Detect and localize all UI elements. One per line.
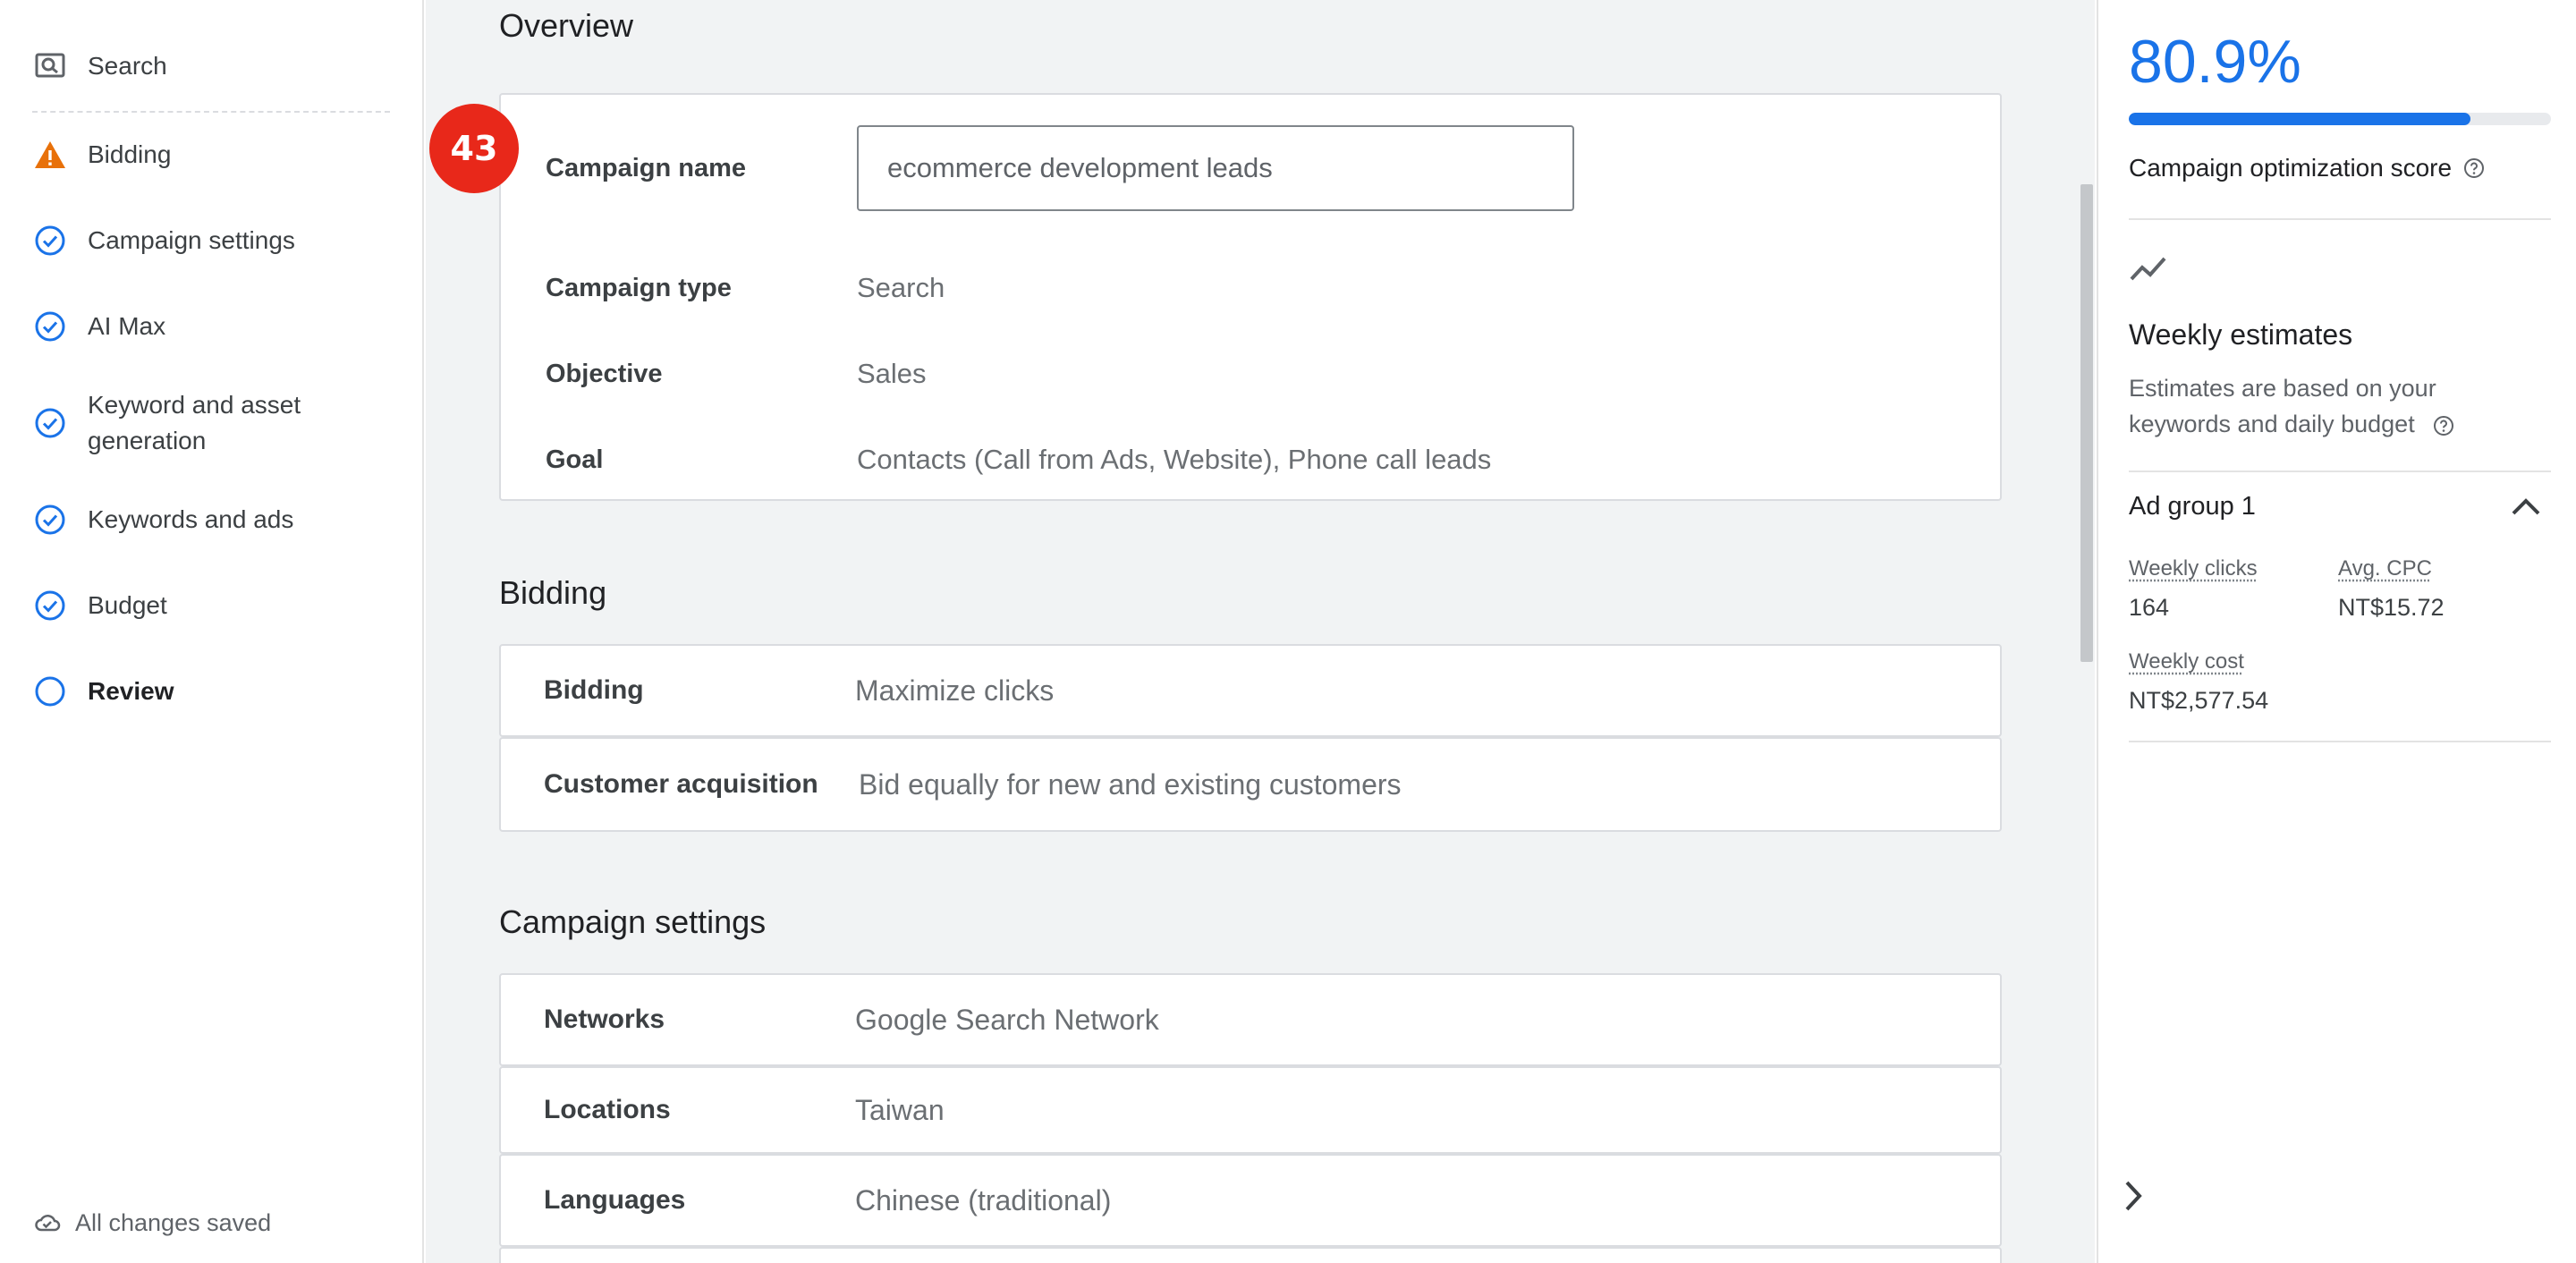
networks-value: Google Search Network <box>855 1003 1159 1036</box>
locations-row: Locations Taiwan <box>501 1068 2000 1152</box>
ad-group-title: Ad group 1 <box>2129 492 2256 521</box>
nav-item-keyword-asset-generation[interactable]: Keyword and asset generation <box>32 387 394 459</box>
nav-item-label: Budget <box>88 591 167 619</box>
optimization-score-bar <box>2129 113 2551 125</box>
goal-label: Goal <box>546 445 604 474</box>
nav-item-bidding[interactable]: Bidding <box>32 137 394 173</box>
weekly-estimates-subtitle: Estimates are based on your keywords and… <box>2129 375 2436 437</box>
check-circle-icon <box>32 223 68 259</box>
locations-card[interactable]: Locations Taiwan <box>499 1066 2002 1154</box>
nav-divider <box>32 111 390 113</box>
languages-value: Chinese (traditional) <box>855 1183 1112 1216</box>
review-content[interactable]: Overview Campaign name Campaign type Sea… <box>426 0 2095 1263</box>
weekly-clicks-label: Weekly clicks <box>2129 556 2258 581</box>
goal-value: Contacts (Call from Ads, Website), Phone… <box>857 444 1492 475</box>
bidding-card[interactable]: Bidding Maximize clicks <box>499 644 2002 737</box>
step-number-badge: 43 <box>429 104 519 193</box>
weekly-cost-value: NT$2,577.54 <box>2129 687 2269 714</box>
check-circle-icon <box>32 588 68 623</box>
avg-cpc-value: NT$15.72 <box>2338 594 2445 621</box>
search-icon <box>32 48 68 84</box>
nav-item-label: Keywords and ads <box>88 505 294 533</box>
warning-icon <box>32 137 68 173</box>
bidding-heading: Bidding <box>499 574 607 611</box>
campaign-name-input[interactable] <box>857 125 1574 211</box>
check-circle-icon <box>32 405 68 441</box>
networks-row: Networks Google Search Network <box>501 975 2000 1064</box>
nav-item-label: Bidding <box>88 140 172 168</box>
weekly-clicks-value: 164 <box>2129 594 2170 621</box>
overview-card: Campaign name Campaign type Search Objec… <box>499 93 2002 501</box>
nav-item-label: Keyword and asset generation <box>88 391 301 454</box>
locations-value: Taiwan <box>855 1093 945 1126</box>
weekly-estimates-description: Estimates are based on your keywords and… <box>2129 370 2540 442</box>
estimates-panel: 80.9% Campaign optimization score Weekly… <box>2097 0 2576 1263</box>
panel-divider <box>2129 741 2551 742</box>
chevron-up-icon[interactable] <box>2508 494 2544 521</box>
nav-item-review[interactable]: Review <box>32 674 394 709</box>
customer-acquisition-row: Customer acquisition Bid equally for new… <box>501 739 2000 830</box>
customer-acquisition-label: Customer acquisition <box>544 769 818 799</box>
languages-label: Languages <box>544 1185 686 1215</box>
weekly-estimates-heading: Weekly estimates <box>2129 318 2353 351</box>
trending-up-icon <box>2130 257 2166 281</box>
help-icon[interactable] <box>2462 157 2486 180</box>
bidding-label: Bidding <box>544 675 644 705</box>
check-circle-icon <box>32 502 68 538</box>
check-circle-icon <box>32 309 68 344</box>
objective-label: Objective <box>546 359 663 388</box>
overview-heading: Overview <box>499 7 634 44</box>
optimization-score-value: 80.9% <box>2129 28 2301 96</box>
networks-card[interactable]: Networks Google Search Network <box>499 973 2002 1066</box>
panel-divider <box>2129 470 2551 472</box>
locations-label: Locations <box>544 1095 671 1124</box>
empty-circle-icon <box>32 674 68 709</box>
goal-row: Goal Contacts (Call from Ads, Website), … <box>501 433 2000 487</box>
nav-item-ai-max[interactable]: AI Max <box>32 309 394 344</box>
save-status-text: All changes saved <box>75 1208 272 1236</box>
weekly-cost-label: Weekly cost <box>2129 649 2244 674</box>
campaign-type-row: Campaign type Search <box>501 261 2000 315</box>
bidding-row: Bidding Maximize clicks <box>501 646 2000 735</box>
bidding-value: Maximize clicks <box>855 674 1055 707</box>
campaign-settings-heading: Campaign settings <box>499 903 767 940</box>
nav-item-label: AI Max <box>88 312 166 340</box>
optimization-score-label-row: Campaign optimization score <box>2129 154 2486 182</box>
objective-value: Sales <box>857 358 927 389</box>
languages-row: Languages Chinese (traditional) <box>501 1156 2000 1245</box>
left-navigation: Search Bidding Campaign settings AI Max … <box>0 0 424 1263</box>
nav-item-search[interactable]: Search <box>32 48 394 84</box>
help-icon[interactable] <box>2432 414 2455 437</box>
networks-label: Networks <box>544 1004 665 1034</box>
languages-card[interactable]: Languages Chinese (traditional) <box>499 1154 2002 1247</box>
campaign-type-value: Search <box>857 272 945 303</box>
save-status: All changes saved <box>32 1208 271 1238</box>
nav-item-label: Search <box>88 52 167 80</box>
campaign-name-label: Campaign name <box>546 153 746 182</box>
next-settings-card[interactable] <box>499 1247 2002 1263</box>
content-scrollbar[interactable] <box>2080 184 2093 662</box>
optimization-score-label: Campaign optimization score <box>2129 154 2453 182</box>
nav-item-keywords-and-ads[interactable]: Keywords and ads <box>32 502 394 538</box>
nav-item-campaign-settings[interactable]: Campaign settings <box>32 223 394 259</box>
avg-cpc-label: Avg. CPC <box>2338 556 2432 581</box>
customer-acquisition-value: Bid equally for new and existing custome… <box>859 767 1402 801</box>
panel-divider <box>2129 218 2551 220</box>
nav-item-label: Review <box>88 677 174 705</box>
chevron-right-icon[interactable] <box>2120 1177 2147 1215</box>
cloud-done-icon <box>32 1208 63 1238</box>
campaign-type-label: Campaign type <box>546 273 732 302</box>
nav-item-budget[interactable]: Budget <box>32 588 394 623</box>
nav-item-label: Campaign settings <box>88 226 295 254</box>
optimization-score-bar-fill <box>2129 113 2470 125</box>
customer-acquisition-card[interactable]: Customer acquisition Bid equally for new… <box>499 737 2002 832</box>
objective-row: Objective Sales <box>501 347 2000 401</box>
